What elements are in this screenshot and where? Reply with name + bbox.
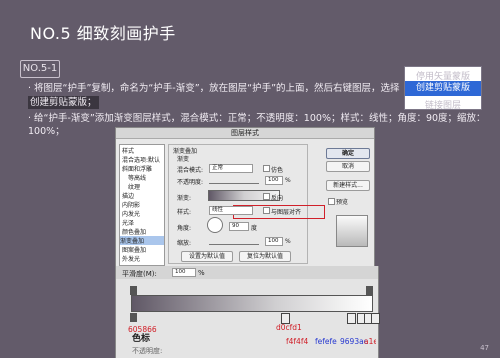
section-label: NO.5-1	[20, 60, 60, 78]
opacity-label: 不透明度:	[177, 179, 204, 186]
style-list-item[interactable]: 斜面和浮雕	[122, 164, 152, 173]
opacity-slider[interactable]	[209, 183, 259, 184]
style-select[interactable]: 线性	[209, 206, 253, 215]
gradient-overlay-panel: 渐变叠加 渐变 混合模式: 正常 仿色 不透明度: 100 % 渐变: 反向 样…	[168, 144, 325, 264]
color-stop-f4f4f4[interactable]	[347, 313, 356, 324]
blend-mode-select[interactable]: 正常	[209, 164, 253, 173]
style-list: 样式 混合选项:默认 斜面和浮雕 等高线 纹理 描边 内阴影 内发光 光泽 颜色…	[119, 144, 165, 266]
context-menu: 停用矢量蒙版 创建剪贴蒙版 链接图层	[404, 66, 482, 110]
style-label: 样式:	[177, 209, 192, 216]
stop-label-a1eeb7: a1eeb7	[364, 337, 376, 346]
smoothness-label: 平滑度(M):	[122, 270, 157, 278]
paragraph-1-line-1: · 将图层“护手”复制，命名为“护手-渐变”，放在图层“护手”的上面，然后右键图…	[28, 83, 400, 94]
color-stop-a1eeb7[interactable]	[371, 313, 380, 324]
opacity-stop-right[interactable]	[366, 286, 373, 295]
angle-label: 角度:	[177, 225, 192, 232]
menu-item-create-clipping-mask[interactable]: 创建剪贴蒙版	[405, 81, 481, 96]
style-list-item[interactable]: 颜色叠加	[122, 227, 146, 236]
paragraph-1-line-2: 创建剪贴蒙版；	[28, 96, 99, 109]
style-list-item[interactable]: 内阴影	[122, 200, 140, 209]
smoothness-input[interactable]: 100	[172, 268, 196, 277]
scale-slider[interactable]	[209, 244, 259, 245]
angle-input[interactable]: 90	[229, 222, 249, 231]
scale-label: 缩放:	[177, 240, 192, 247]
reset-default-button[interactable]: 复位为默认值	[239, 251, 291, 262]
align-with-layer-label: 与图层对齐	[271, 209, 302, 216]
group-title: 渐变	[177, 156, 190, 163]
reverse-checkbox[interactable]	[263, 193, 270, 200]
color-stop-605866[interactable]	[130, 313, 137, 322]
layer-style-dialog: 图层样式 样式 混合选项:默认 斜面和浮雕 等高线 纹理 描边 内阴影 内发光 …	[115, 127, 375, 269]
page-number: 47	[480, 344, 489, 352]
preview-checkbox[interactable]	[328, 198, 335, 205]
align-with-layer-checkbox[interactable]	[263, 207, 270, 214]
style-list-item[interactable]: 样式	[122, 146, 134, 155]
stop-label-fefefe: fefefe	[315, 337, 337, 346]
cancel-button[interactable]: 取消	[326, 161, 370, 172]
slide-page: NO.5 细致刻画护手 NO.5-1 · 将图层“护手”复制，命名为“护手-渐变…	[0, 0, 500, 358]
color-stops-section: 色标	[132, 334, 151, 344]
style-list-item[interactable]: 内发光	[122, 209, 140, 218]
angle-dial[interactable]	[207, 217, 223, 233]
style-list-item[interactable]: 描边	[122, 191, 134, 200]
page-title: NO.5 细致刻画护手	[30, 24, 176, 43]
style-list-item[interactable]: 光泽	[122, 218, 134, 227]
paragraph-1-highlight: 创建剪贴蒙版；	[28, 96, 99, 109]
gradient-editor-top: 平滑度(M): 100 %	[116, 266, 378, 279]
angle-unit: 度	[251, 225, 258, 232]
dither-label: 仿色	[271, 167, 284, 174]
style-list-item[interactable]: 外发光	[122, 254, 140, 263]
style-list-item[interactable]: 等高线	[128, 173, 146, 182]
opacity-field-label: 不透明度:	[132, 347, 163, 355]
gradient-preview-bar[interactable]	[131, 295, 373, 312]
style-list-item-gradient-overlay[interactable]: 渐变叠加	[120, 236, 164, 245]
stop-label-d0cfd1: d0cfd1	[276, 323, 302, 332]
style-list-item[interactable]: 纹理	[128, 182, 140, 191]
scale-unit: %	[285, 238, 291, 245]
style-preview-swatch	[336, 215, 368, 247]
blend-mode-label: 混合模式:	[177, 167, 204, 174]
dither-checkbox[interactable]	[263, 165, 270, 172]
set-default-button[interactable]: 设置为默认值	[181, 251, 233, 262]
opacity-unit: %	[285, 177, 291, 184]
style-list-item[interactable]: 混合选项:默认	[122, 155, 160, 164]
gradient-label: 渐变:	[177, 195, 192, 202]
ok-button[interactable]: 确定	[326, 148, 370, 159]
style-list-item[interactable]: 图案叠加	[122, 245, 146, 254]
reverse-label: 反向	[271, 195, 284, 202]
opacity-input[interactable]: 100	[265, 176, 283, 185]
opacity-stop-left[interactable]	[130, 286, 137, 295]
dialog-title: 图层样式	[116, 128, 374, 139]
gradient-editor: 平滑度(M): 100 % 605866 d0cfd1 色标 不透明度: f4f…	[115, 266, 380, 358]
scale-input[interactable]: 100	[265, 237, 283, 246]
preview-label: 预览	[336, 199, 349, 206]
new-style-button[interactable]: 新建样式...	[326, 180, 370, 191]
smoothness-unit: %	[198, 269, 205, 277]
stop-label-f4f4f4: f4f4f4	[286, 337, 309, 346]
header: NO.5 细致刻画护手	[0, 16, 500, 50]
menu-item-link-layers[interactable]: 链接图层	[405, 98, 481, 109]
